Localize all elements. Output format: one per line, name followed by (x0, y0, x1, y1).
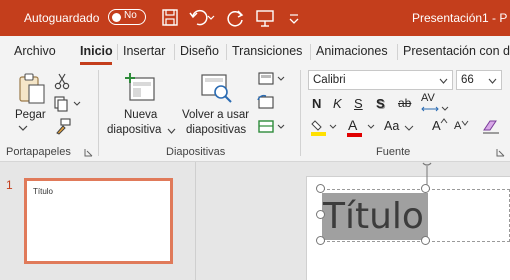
reuse-slides-icon[interactable] (200, 72, 234, 104)
tab-transiciones[interactable]: Transiciones (232, 44, 302, 58)
tab-separator (226, 44, 227, 60)
resize-handle-bottom[interactable] (421, 236, 430, 245)
customize-toolbar-icon[interactable] (286, 7, 302, 29)
format-painter-icon[interactable] (54, 117, 72, 135)
reuse-slides-label-2[interactable]: diapositivas (186, 124, 246, 136)
tab-diseno[interactable]: Diseño (180, 44, 219, 58)
copy-icon[interactable] (53, 95, 83, 113)
font-color-icon (347, 124, 375, 137)
strikethrough-button[interactable]: ab (398, 96, 411, 110)
paste-icon[interactable] (16, 72, 48, 106)
paste-label[interactable]: Pegar (15, 109, 46, 121)
chevron-down-icon[interactable] (167, 127, 176, 135)
autosave-label: Autoguardado (24, 11, 100, 25)
clear-formatting-icon[interactable] (481, 117, 501, 135)
highlight-icon[interactable] (310, 118, 338, 138)
caret-up-icon (440, 118, 448, 124)
group-separator (98, 70, 99, 156)
spacing-arrows-icon (421, 106, 449, 112)
slide-title-text[interactable]: Título (323, 196, 424, 237)
resize-handle-left[interactable] (316, 210, 325, 219)
group-label-diapositivas: Diapositivas (166, 146, 226, 158)
chevron-down-icon[interactable] (18, 124, 28, 132)
chevron-down-icon[interactable] (404, 124, 414, 132)
slide-number: 1 (6, 178, 13, 192)
resize-handle-top-left[interactable] (316, 184, 325, 193)
font-name-combo[interactable]: Calibri (308, 70, 453, 90)
tab-separator (310, 44, 311, 60)
ribbon-tabs: Archivo Inicio Insertar Diseño Transicio… (0, 36, 510, 66)
document-title: Presentación1 - P (412, 11, 508, 25)
title-bar: Autoguardado No Presentación1 - P (0, 0, 510, 36)
font-size-value: 66 (461, 74, 474, 86)
thumbnail-title: Título (33, 187, 54, 196)
tab-insertar[interactable]: Insertar (123, 44, 165, 58)
dialog-launcher-icon[interactable] (84, 148, 93, 157)
toggle-knob (112, 12, 121, 22)
resize-handle-top[interactable] (421, 184, 430, 193)
toggle-state: No (124, 10, 137, 21)
autosave-toggle[interactable]: No (108, 9, 146, 25)
save-icon[interactable] (160, 7, 180, 29)
chevron-down-icon[interactable] (439, 77, 448, 85)
group-separator (300, 70, 301, 156)
change-case-button[interactable]: Aa (384, 119, 399, 133)
tab-presentacion[interactable]: Presentación con d (403, 44, 510, 58)
tab-archivo[interactable]: Archivo (14, 44, 56, 58)
dialog-launcher-icon[interactable] (496, 148, 505, 157)
caret-down-icon (461, 120, 469, 126)
resize-handle-bottom-left[interactable] (316, 236, 325, 245)
bold-button[interactable]: N (312, 96, 321, 111)
tab-separator (397, 44, 398, 60)
cut-icon[interactable] (54, 72, 70, 90)
shadow-button[interactable]: S (376, 96, 385, 111)
reuse-slides-label[interactable]: Volver a usar (182, 109, 249, 121)
new-slide-label-2[interactable]: diapositiva (107, 124, 161, 136)
group-label-portapapeles: Portapapeles (6, 146, 71, 158)
tab-animaciones[interactable]: Animaciones (316, 44, 388, 58)
font-name-value: Calibri (313, 74, 346, 86)
tab-separator (174, 44, 175, 60)
layout-icon[interactable] (256, 70, 288, 88)
undo-icon[interactable] (188, 7, 216, 29)
italic-button[interactable]: K (333, 96, 342, 111)
section-icon[interactable] (256, 118, 288, 136)
group-label-fuente: Fuente (376, 146, 411, 158)
active-tab-indicator (80, 62, 112, 65)
tab-separator (117, 44, 118, 60)
reset-icon[interactable] (256, 94, 276, 112)
tab-inicio[interactable]: Inicio (80, 44, 113, 58)
redo-icon[interactable] (225, 7, 247, 29)
chevron-down-icon[interactable] (488, 77, 497, 85)
font-size-combo[interactable]: 66 (456, 70, 502, 90)
new-slide-icon[interactable] (124, 72, 158, 104)
new-slide-label[interactable]: Nueva (124, 109, 157, 121)
underline-button[interactable]: S (354, 96, 363, 111)
present-icon[interactable] (254, 7, 276, 29)
slide-thumbnail[interactable]: Título (24, 178, 173, 264)
character-spacing-button[interactable]: AV (421, 92, 435, 104)
